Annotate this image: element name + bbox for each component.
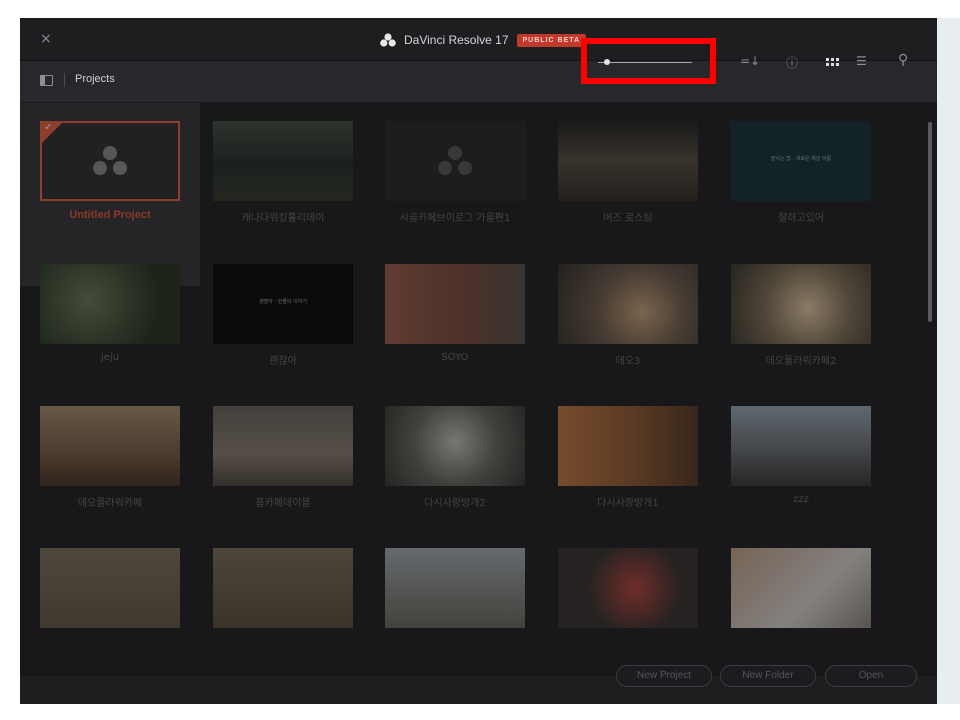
project-name: 시골카페브이로그 가을편1 (399, 213, 511, 224)
project-name: zzz (793, 494, 809, 505)
project-name: 다시사랑방개1 (597, 498, 659, 509)
project-thumbnail (40, 406, 180, 486)
project-thumbnail (385, 121, 525, 201)
open-button[interactable]: Open (825, 665, 917, 687)
project-tile[interactable]: 다시사랑방개2 (385, 406, 525, 516)
zoom-slider[interactable] (598, 58, 692, 68)
desktop-background-right (937, 18, 960, 704)
sort-icon[interactable]: =↓ (740, 54, 760, 68)
project-thumbnail: 잘사는 법 : 새로운 채널 이름 (731, 121, 871, 201)
project-tile[interactable]: jeju (40, 264, 180, 374)
project-tile[interactable]: 잘사는 법 : 새로운 채널 이름잘하고있어 (731, 121, 871, 231)
info-icon[interactable]: ⓘ (786, 54, 798, 71)
beta-badge: PUBLIC BETA (516, 33, 587, 47)
project-tile[interactable]: 시골카페브이로그 가을편1 (385, 121, 525, 231)
search-icon[interactable]: ⚲ (898, 52, 908, 68)
project-tile[interactable] (558, 548, 698, 658)
project-name: 괜찮아 (269, 356, 297, 367)
project-tile[interactable]: 데오3 (558, 264, 698, 374)
project-tile[interactable]: 버즈 로스팅 (558, 121, 698, 231)
project-thumbnail (40, 548, 180, 628)
project-thumbnail (385, 264, 525, 344)
project-tile[interactable] (40, 548, 180, 658)
project-tile[interactable]: 괜찮아 : 한줄의 이야기괜찮아 (213, 264, 353, 374)
davinci-logo-icon (380, 33, 396, 47)
project-thumbnail: 괜찮아 : 한줄의 이야기 (213, 264, 353, 344)
list-view-icon[interactable]: ☰ (856, 54, 867, 68)
project-thumbnail (385, 406, 525, 486)
project-thumbnail: ✓ (40, 121, 180, 201)
zoom-slider-track (598, 62, 692, 63)
project-name: 잘하고있어 (778, 213, 824, 224)
davinci-logo-icon (438, 146, 472, 176)
close-icon[interactable]: × (40, 29, 52, 49)
new-folder-button[interactable]: New Folder (720, 665, 816, 687)
project-tile[interactable]: SOYO (385, 264, 525, 374)
project-thumbnail (731, 548, 871, 628)
project-thumbnail (558, 406, 698, 486)
project-thumbnail (40, 264, 180, 344)
project-thumbnail (558, 548, 698, 628)
project-thumbnail (385, 548, 525, 628)
window-title-group: DaVinci Resolve 17 PUBLIC BETA (380, 30, 587, 50)
toolbar-divider (64, 73, 65, 87)
project-name: 다시사랑방개2 (424, 498, 486, 509)
project-thumbnail (213, 406, 353, 486)
zoom-slider-knob[interactable] (604, 59, 610, 65)
project-name: 데오3 (615, 356, 641, 367)
thumbnail-caption: 괜찮아 : 한줄의 이야기 (259, 299, 307, 305)
sidebar-toggle-icon[interactable] (40, 75, 53, 86)
breadcrumb-projects: Projects (75, 73, 115, 85)
new-project-button[interactable]: New Project (616, 665, 712, 687)
project-grid: ✓ Untitled Project 캐나다워킹홀리데이 시골카페브이로그 가을편1 버… (20, 103, 937, 704)
davinci-logo-icon (93, 146, 127, 176)
project-thumbnail (731, 264, 871, 344)
project-thumbnail (558, 121, 698, 201)
project-thumbnail (731, 406, 871, 486)
project-tile[interactable]: ✓ Untitled Project (40, 121, 180, 231)
project-name: 데오플라워카페 (77, 498, 143, 509)
project-tile[interactable] (385, 548, 525, 658)
project-thumbnail (213, 121, 353, 201)
app-title: DaVinci Resolve 17 (404, 33, 509, 47)
title-bar: × DaVinci Resolve 17 PUBLIC BETA (20, 18, 937, 61)
project-tile[interactable]: 데오플라워카페 (40, 406, 180, 516)
project-tile[interactable]: 캐나다워킹홀리데이 (213, 121, 353, 231)
scrollbar[interactable] (928, 122, 932, 322)
thumbnail-caption: 잘사는 법 : 새로운 채널 이름 (770, 156, 832, 162)
project-name: jeju (100, 352, 120, 363)
project-tile[interactable]: zzz (731, 406, 871, 516)
checkmark-icon: ✓ (44, 122, 53, 133)
project-thumbnail (558, 264, 698, 344)
project-name: 캐나다워킹홀리데이 (241, 213, 325, 224)
project-manager-window: × DaVinci Resolve 17 PUBLIC BETA Project… (20, 18, 937, 704)
toolbar: Projects (20, 61, 937, 103)
project-name: 버즈 로스팅 (603, 213, 653, 224)
project-tile[interactable]: 다시사랑방개1 (558, 406, 698, 516)
project-tile[interactable]: 데오플라워카페2 (731, 264, 871, 374)
project-tile[interactable] (213, 548, 353, 658)
project-tile[interactable]: 홈카페데이블 (213, 406, 353, 516)
project-name: 홈카페데이블 (255, 498, 311, 509)
project-name: Untitled Project (69, 209, 151, 221)
project-thumbnail (213, 548, 353, 628)
project-name: 데오플라워카페2 (765, 356, 837, 367)
grid-view-icon[interactable] (826, 58, 840, 67)
project-tile[interactable] (731, 548, 871, 658)
project-name: SOYO (441, 352, 469, 363)
